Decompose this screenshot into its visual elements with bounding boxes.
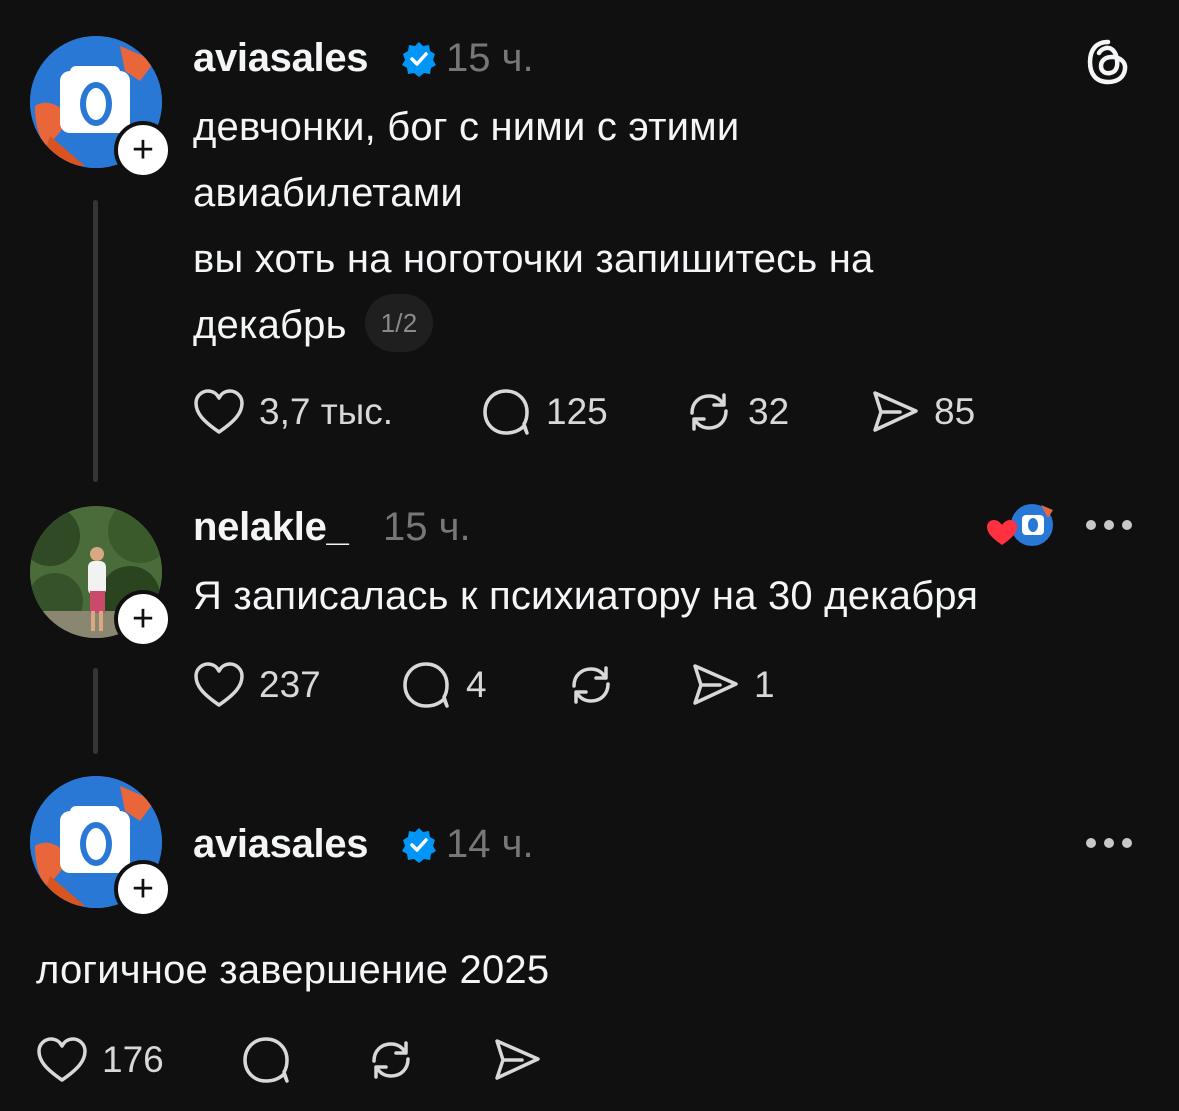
verified-badge-icon (400, 40, 438, 78)
post-text: логичное завершение 2025 (36, 948, 550, 992)
post-time: 15 ч. (383, 505, 471, 549)
repost-button[interactable] (566, 659, 616, 711)
heart-icon (194, 389, 244, 434)
like-count: 3,7 тыс. (259, 391, 394, 432)
send-icon (873, 391, 918, 432)
post-text-line: вы хоть на ноготочки запишитесь на (193, 237, 874, 281)
like-button[interactable]: 3,7 тыс. (193, 386, 393, 438)
liked-by-author-indicator (986, 500, 1058, 552)
like-count: 176 (102, 1039, 164, 1080)
share-button[interactable] (492, 1034, 542, 1086)
post-text: девчонки, бог с ними с этими авиабилетам… (193, 94, 873, 358)
post-text-line: декабрь 1/2 (193, 292, 873, 358)
post-text-line: девчонки, бог с ними с этими (193, 105, 740, 149)
follow-plus-button[interactable]: + (114, 860, 172, 918)
username[interactable]: aviasales (193, 822, 369, 867)
heart-icon (194, 662, 244, 707)
speech-bubble-icon (243, 1037, 289, 1083)
follow-plus-button[interactable]: + (114, 590, 172, 648)
reply-button[interactable]: 4 (400, 659, 487, 711)
follow-plus-button[interactable]: + (114, 121, 172, 179)
more-options-button[interactable] (1086, 520, 1132, 530)
like-count: 237 (259, 664, 321, 705)
heart-icon (987, 520, 1017, 545)
reply-count: 4 (466, 664, 487, 705)
repost-icon (372, 1041, 410, 1079)
post-text: Я записалась к психиатору на 30 декабря (193, 574, 979, 618)
share-button[interactable]: 1 (690, 659, 775, 711)
like-button[interactable]: 237 (193, 659, 321, 711)
repost-button[interactable]: 32 (684, 386, 789, 438)
verified-badge-icon (400, 826, 438, 864)
post-time: 15 ч. (446, 36, 534, 80)
share-count: 1 (754, 664, 775, 705)
post-text-line-content: декабрь (193, 303, 347, 347)
thread-line (93, 200, 98, 482)
threads-logo-icon[interactable] (1082, 36, 1134, 88)
reply-button[interactable]: 125 (480, 386, 608, 438)
speech-bubble-icon (403, 662, 449, 708)
repost-button[interactable] (366, 1034, 416, 1086)
heart-icon (37, 1037, 87, 1082)
reply-button[interactable] (240, 1034, 292, 1086)
speech-bubble-icon (483, 389, 529, 435)
more-options-button[interactable] (1086, 838, 1132, 848)
thread-line (93, 668, 98, 754)
share-button[interactable]: 85 (870, 386, 975, 438)
reply-count: 125 (546, 391, 608, 432)
repost-icon (572, 666, 610, 704)
username[interactable]: nelakle_ (193, 505, 349, 550)
repost-icon (690, 393, 728, 431)
share-count: 85 (934, 391, 976, 432)
page-indicator-badge: 1/2 (364, 294, 434, 353)
send-icon (495, 1039, 540, 1080)
username[interactable]: aviasales (193, 36, 369, 81)
send-icon (693, 664, 738, 705)
repost-count: 32 (748, 391, 790, 432)
post-text-line: авиабилетами (193, 171, 463, 215)
post-time: 14 ч. (446, 822, 534, 866)
like-button[interactable]: 176 (36, 1034, 164, 1086)
